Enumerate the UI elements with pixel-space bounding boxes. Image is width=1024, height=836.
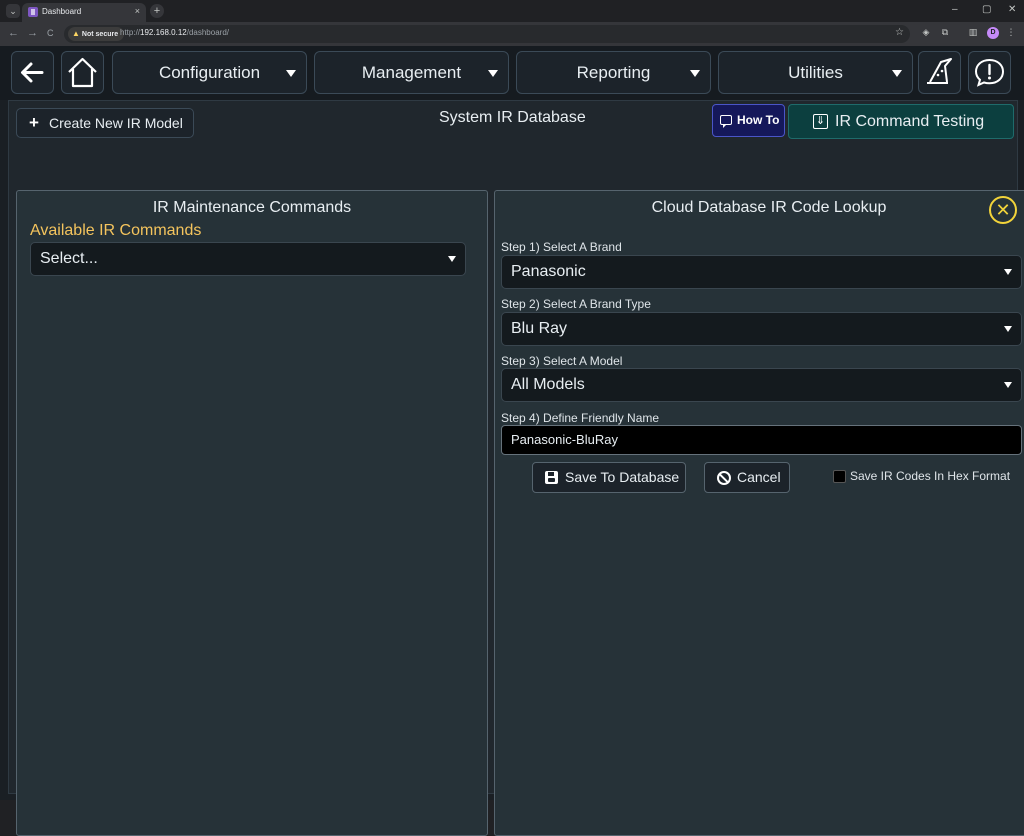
menu-configuration-label: Configuration	[158, 63, 261, 82]
not-secure-label: Not secure	[81, 31, 119, 38]
app-navbar: Configuration Management Reporting Utili…	[0, 46, 1024, 100]
window-maximize-button[interactable]: ▢	[982, 4, 991, 15]
extensions-puzzle-icon[interactable]: ⧉	[940, 27, 950, 37]
window-close-button[interactable]: ✕	[1008, 4, 1016, 15]
hex-format-checkbox[interactable]	[833, 470, 846, 483]
model-select-value: All Models	[511, 376, 585, 393]
ir-command-testing-button[interactable]: ⇓ IR Command Testing	[788, 104, 1014, 139]
menu-reporting[interactable]: Reporting	[516, 51, 711, 94]
floppy-disk-icon	[545, 471, 558, 484]
menu-management[interactable]: Management	[314, 51, 509, 94]
available-ir-commands-label: Available IR Commands	[30, 222, 202, 239]
chevron-down-icon	[488, 70, 498, 77]
step3-label: Step 3) Select A Model	[501, 354, 623, 368]
shield-extension-icon[interactable]: ◈	[921, 27, 931, 37]
wizard-hat-icon	[927, 58, 952, 84]
chevron-down-icon	[286, 70, 296, 77]
window-minimize-button[interactable]: –	[952, 4, 958, 15]
ir-commands-select[interactable]: Select...	[30, 242, 466, 276]
home-button[interactable]	[61, 51, 104, 94]
app-root: Configuration Management Reporting Utili…	[0, 46, 1024, 836]
wizard-button[interactable]	[918, 51, 961, 94]
url-host: 192.168.0.12	[140, 28, 187, 37]
hex-format-label: Save IR Codes In Hex Format	[850, 469, 1011, 483]
browser-toolbar: ← → C ▲ Not secure http://192.168.0.12/da…	[0, 22, 1024, 46]
alerts-button[interactable]	[968, 51, 1011, 94]
browser-tab-dashboard[interactable]: Dashboard ×	[22, 3, 146, 22]
model-select[interactable]: All Models	[501, 368, 1022, 402]
chevron-down-icon	[1004, 326, 1012, 332]
ir-maintenance-title: IR Maintenance Commands	[152, 199, 352, 216]
menu-reporting-label: Reporting	[576, 63, 651, 82]
step4-label: Step 4) Define Friendly Name	[501, 411, 660, 425]
back-arrow-icon	[21, 62, 44, 83]
tab-title: Dashboard	[42, 7, 82, 16]
chat-icon	[720, 115, 732, 128]
alert-bubble-icon	[974, 58, 1005, 87]
ir-commands-select-value: Select...	[40, 250, 98, 267]
plus-icon: +	[29, 113, 39, 132]
menu-utilities-label: Utilities	[788, 63, 843, 82]
chevron-down-icon	[1004, 269, 1012, 275]
cloud-lookup-panel: Cloud Database IR Code Lookup ✕ Step 1) …	[494, 190, 1024, 836]
save-to-database-label: Save To Database	[565, 469, 680, 485]
address-bar[interactable]: ▲ Not secure http://192.168.0.12/dashboar…	[64, 25, 910, 43]
brand-type-select-value: Blu Ray	[511, 320, 568, 337]
page-title: System IR Database	[439, 109, 586, 126]
how-to-label: How To	[737, 113, 780, 127]
new-tab-button[interactable]: +	[150, 4, 164, 18]
browser-menu-icon[interactable]: ⋮	[1006, 27, 1016, 37]
ir-maintenance-panel: IR Maintenance Commands Available IR Com…	[16, 190, 488, 836]
browser-reload-button[interactable]: C	[47, 28, 54, 38]
step1-label: Step 1) Select A Brand	[501, 240, 622, 254]
menu-configuration[interactable]: Configuration	[112, 51, 307, 94]
not-secure-badge[interactable]: ▲ Not secure	[68, 27, 125, 41]
brand-select-value: Panasonic	[511, 263, 586, 280]
how-to-button[interactable]: How To	[712, 104, 785, 137]
create-ir-model-button[interactable]: + Create New IR Model	[16, 108, 194, 138]
menu-management-label: Management	[361, 63, 462, 82]
cancel-button[interactable]: Cancel	[704, 462, 790, 493]
browser-tabstrip: ⌄ Dashboard × + – ▢ ✕	[0, 0, 1024, 22]
browser-back-button[interactable]: ←	[8, 27, 19, 39]
warning-icon: ▲	[72, 29, 80, 38]
tab-close-icon[interactable]: ×	[135, 6, 140, 16]
favicon-icon	[28, 7, 38, 17]
brand-type-select[interactable]: Blu Ray	[501, 312, 1022, 346]
home-icon	[68, 57, 97, 88]
step2-label: Step 2) Select A Brand Type	[501, 297, 651, 311]
close-icon[interactable]: ✕	[989, 196, 1017, 224]
browser-forward-button[interactable]: →	[27, 27, 38, 39]
url-scheme: http://	[120, 28, 141, 37]
create-ir-model-label: Create New IR Model	[49, 115, 183, 131]
bookmark-star-icon[interactable]: ☆	[895, 27, 904, 38]
ban-icon	[717, 471, 731, 485]
chevron-down-icon	[892, 70, 902, 77]
chevron-down-icon	[690, 70, 700, 77]
main-content: + Create New IR Model System IR Database…	[8, 100, 1024, 836]
back-button[interactable]	[11, 51, 54, 94]
profile-avatar[interactable]: D	[987, 27, 999, 39]
side-panel-icon[interactable]: ▥	[968, 27, 978, 37]
tab-list-button[interactable]: ⌄	[6, 4, 20, 18]
cancel-label: Cancel	[737, 469, 781, 485]
url-text: http://192.168.0.12/dashboard/	[120, 28, 229, 37]
save-to-database-button[interactable]: Save To Database	[532, 462, 686, 493]
url-path: /dashboard/	[186, 28, 229, 37]
cloud-lookup-title: Cloud Database IR Code Lookup	[651, 199, 887, 216]
chevron-down-icon	[448, 256, 456, 262]
download-icon: ⇓	[813, 114, 828, 129]
menu-utilities[interactable]: Utilities	[718, 51, 913, 94]
chevron-down-icon	[1004, 382, 1012, 388]
ir-command-testing-label: IR Command Testing	[835, 113, 985, 130]
brand-select[interactable]: Panasonic	[501, 255, 1022, 289]
friendly-name-input[interactable]: Panasonic-BluRay	[501, 425, 1022, 455]
